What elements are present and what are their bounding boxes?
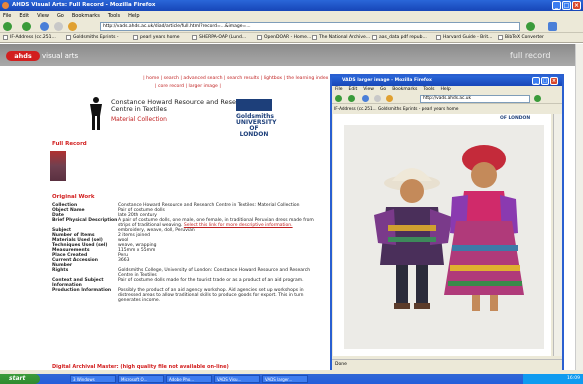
original-work-heading: Original Work (52, 194, 95, 200)
back-icon[interactable] (3, 22, 12, 31)
close-button[interactable]: × (572, 1, 581, 10)
start-button[interactable]: start (0, 374, 40, 384)
bookmarks-toolbar: IF-Address (cc.251... Goldsmiths Eprints… (0, 33, 583, 43)
popup-title: VADS larger image - Mozilla Firefox (342, 78, 432, 83)
back-icon[interactable] (335, 95, 342, 102)
page-scrollbar[interactable] (575, 44, 583, 370)
site-banner (0, 44, 575, 66)
description-link[interactable]: Select this link for more descriptive in… (184, 223, 293, 228)
menu-bar: File Edit View Go Bookmarks Tools Help (0, 11, 583, 20)
bookmark-item[interactable]: pearl years home (133, 35, 180, 40)
doll-logo-icon (90, 97, 102, 130)
bookmark-item[interactable]: Harvard Guide - Brit... (436, 35, 492, 40)
reload-icon[interactable] (362, 95, 369, 102)
address-bar[interactable]: http://vads.ahds.ac.uk/diad/article/full… (100, 22, 520, 31)
menu-edit[interactable]: Edit (19, 13, 29, 20)
taskbar: start 3 Windows Microsoft O... Adobe Pho… (0, 374, 583, 384)
table-row: Brief Physical Description A pair of cost… (52, 218, 314, 228)
system-tray-clock: 16:09 (523, 374, 583, 384)
partner-logo-icon (236, 99, 272, 111)
window-title: AHDS Visual Arts: Full Record - Mozilla … (12, 2, 156, 8)
table-row: Production Information Possibly the produ… (52, 288, 304, 303)
table-row: Context and Subject Information Pair of c… (52, 278, 304, 288)
go-icon[interactable] (526, 22, 535, 31)
menu-edit[interactable]: Edit (349, 87, 358, 93)
forward-icon[interactable] (348, 95, 355, 102)
menu-help[interactable]: Help (128, 13, 139, 20)
menu-bookmarks[interactable]: Bookmarks (72, 13, 100, 20)
popup-status: Done (332, 359, 562, 370)
taskbar-item[interactable]: 3 Windows (70, 375, 116, 383)
goldsmiths-logo-partial: OF LONDON (500, 116, 531, 121)
popup-address-bar[interactable]: http://vads.ahds.ac.uk (420, 95, 530, 103)
popup-bookmarks-toolbar[interactable]: IF-Address (cc.251... Goldsmiths Eprints… (332, 104, 562, 113)
menu-tools[interactable]: Tools (108, 13, 120, 20)
popup-minimize-button[interactable]: _ (532, 77, 540, 85)
bookmark-item[interactable]: BibTeX Converter (498, 35, 544, 40)
collection-name: Material Collection (111, 116, 167, 123)
maximize-button[interactable]: □ (562, 1, 571, 10)
menu-file[interactable]: File (3, 13, 11, 20)
taskbar-item[interactable]: Microsoft O... (118, 375, 164, 383)
menu-go[interactable]: Go (57, 13, 64, 20)
record-thumbnail[interactable] (50, 151, 66, 181)
popup-menu-bar: File Edit View Go Bookmarks Tools Help (332, 86, 562, 94)
reload-icon[interactable] (40, 22, 49, 31)
banner-heading: full record (510, 51, 551, 60)
popup-maximize-button[interactable]: □ (541, 77, 549, 85)
taskbar-item[interactable]: VADS Visu... (214, 375, 260, 383)
menu-help[interactable]: Help (440, 87, 450, 93)
forward-icon[interactable] (22, 22, 31, 31)
goldsmiths-logo: Goldsmiths UNIVERSITY OF LONDON (236, 113, 277, 138)
menu-view[interactable]: View (37, 13, 49, 20)
bookmark-item[interactable]: SHERPA-OAP (Lund... (192, 35, 246, 40)
taskbar-item[interactable]: VADS larger... (262, 375, 308, 383)
menu-bookmarks[interactable]: Bookmarks (392, 87, 417, 93)
popup-scrollbar[interactable] (553, 114, 562, 356)
popup-close-button[interactable]: × (550, 77, 558, 85)
menu-view[interactable]: View (363, 87, 374, 93)
dolls-photo (344, 125, 544, 349)
home-icon[interactable] (68, 22, 77, 31)
larger-image-window: VADS larger image - Mozilla Firefox _ □ … (330, 74, 564, 372)
home-icon[interactable] (386, 95, 393, 102)
table-row: Current Accession Number 3663 (52, 258, 130, 268)
ahds-logo[interactable]: ahds (6, 51, 40, 61)
bookmark-item[interactable]: aas_data pdf repub... (372, 35, 427, 40)
taskbar-item[interactable]: Adobe Pho... (166, 375, 212, 383)
bookmark-item[interactable]: OpenDOAR - Home... (257, 35, 311, 40)
record-table: Collection Constance Howard Resource and … (52, 203, 322, 303)
go-icon[interactable] (534, 95, 541, 102)
menu-file[interactable]: File (335, 87, 343, 93)
menu-go[interactable]: Go (380, 87, 386, 93)
bookmark-item[interactable]: Goldsmiths Eprints - (66, 35, 119, 40)
logo-subtitle: visual arts (42, 52, 79, 60)
stop-icon[interactable] (374, 95, 381, 102)
stop-icon[interactable] (54, 22, 63, 31)
record-nav-links[interactable]: | core record | larger image | (155, 84, 221, 89)
bookmark-item[interactable]: IF-Address (cc.251... (3, 35, 56, 40)
minimize-button[interactable]: _ (552, 1, 561, 10)
popup-titlebar: VADS larger image - Mozilla Firefox _ □ … (332, 76, 562, 86)
firefox-icon (2, 2, 9, 9)
bookmark-item[interactable]: The National Archive... (312, 35, 370, 40)
search-icon[interactable] (548, 22, 557, 31)
table-row: Rights Goldsmiths College, University of … (52, 268, 311, 278)
menu-tools[interactable]: Tools (423, 87, 434, 93)
full-record-heading: Full Record (52, 141, 87, 147)
window-titlebar: AHDS Visual Arts: Full Record - Mozilla … (0, 0, 583, 11)
